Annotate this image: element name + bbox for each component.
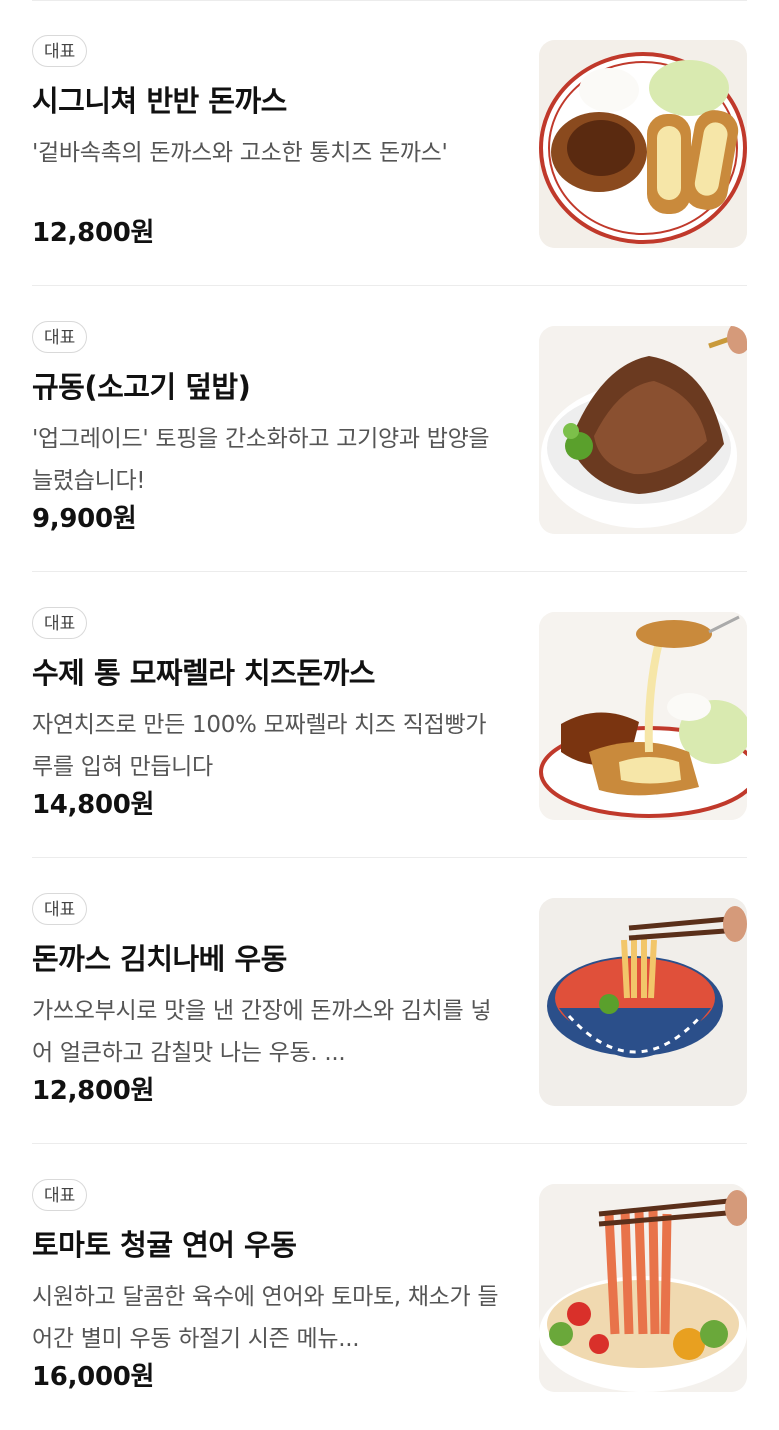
tonkatsu-half-plate-image bbox=[539, 40, 747, 248]
menu-item-name: 규동(소고기 덮밥) bbox=[32, 370, 251, 404]
menu-item-description: 자연치즈로 만든 100% 모짜렐라 치즈 직접빵가루를 입혀 만듭니다 bbox=[32, 712, 487, 780]
menu-item[interactable]: 대표 시그니쳐 반반 돈까스 '겉바속촉의 돈까스와 고소한 통치즈 돈까스' … bbox=[32, 0, 747, 286]
menu-item-description: 시원하고 달콤한 육수에 연어와 토마토, 채소가 들어간 별미 우동 하절기 … bbox=[32, 1284, 499, 1352]
tomato-salmon-udon-image bbox=[539, 1184, 747, 1392]
menu-item-description: '업그레이드' 토핑을 간소화하고 고기양과 밥양을 늘렸습니다! bbox=[32, 426, 490, 494]
menu-item-price: 9,900원 bbox=[32, 504, 137, 534]
menu-item-description: '겉바속촉의 돈까스와 고소한 통치즈 돈까스' bbox=[32, 140, 448, 166]
menu-item-description: 가쓰오부시로 맛을 낸 간장에 돈까스와 김치를 넣어 얼큰하고 감칠맛 나는 … bbox=[32, 998, 492, 1066]
signature-badge: 대표 bbox=[32, 1179, 88, 1211]
mozzarella-cheese-tonkatsu-image bbox=[539, 612, 747, 820]
menu-item[interactable]: 대표 토마토 청귤 연어 우동 시원하고 달콤한 육수에 연어와 토마토, 채소… bbox=[32, 1144, 747, 1430]
kimchi-nabe-udon-image bbox=[539, 898, 747, 1106]
menu-item-name: 토마토 청귤 연어 우동 bbox=[32, 1228, 297, 1262]
menu-item-name: 시그니쳐 반반 돈까스 bbox=[32, 84, 287, 118]
signature-badge: 대표 bbox=[32, 893, 88, 925]
menu-item-price: 14,800원 bbox=[32, 790, 155, 820]
menu-item-name: 수제 통 모짜렐라 치즈돈까스 bbox=[32, 656, 375, 690]
menu-item[interactable]: 대표 규동(소고기 덮밥) '업그레이드' 토핑을 간소화하고 고기양과 밥양을… bbox=[32, 286, 747, 572]
signature-badge: 대표 bbox=[32, 607, 88, 639]
menu-item[interactable]: 대표 돈까스 김치나베 우동 가쓰오부시로 맛을 낸 간장에 돈까스와 김치를 … bbox=[32, 858, 747, 1144]
menu-item[interactable]: 대표 수제 통 모짜렐라 치즈돈까스 자연치즈로 만든 100% 모짜렐라 치즈… bbox=[32, 572, 747, 858]
signature-badge: 대표 bbox=[32, 35, 88, 67]
menu-item-price: 12,800원 bbox=[32, 1076, 155, 1106]
menu-item-price: 12,800원 bbox=[32, 218, 155, 248]
gyudon-beef-bowl-image bbox=[539, 326, 747, 534]
menu-item-price: 16,000원 bbox=[32, 1362, 155, 1392]
menu-item-name: 돈까스 김치나베 우동 bbox=[32, 942, 287, 976]
signature-badge: 대표 bbox=[32, 321, 88, 353]
